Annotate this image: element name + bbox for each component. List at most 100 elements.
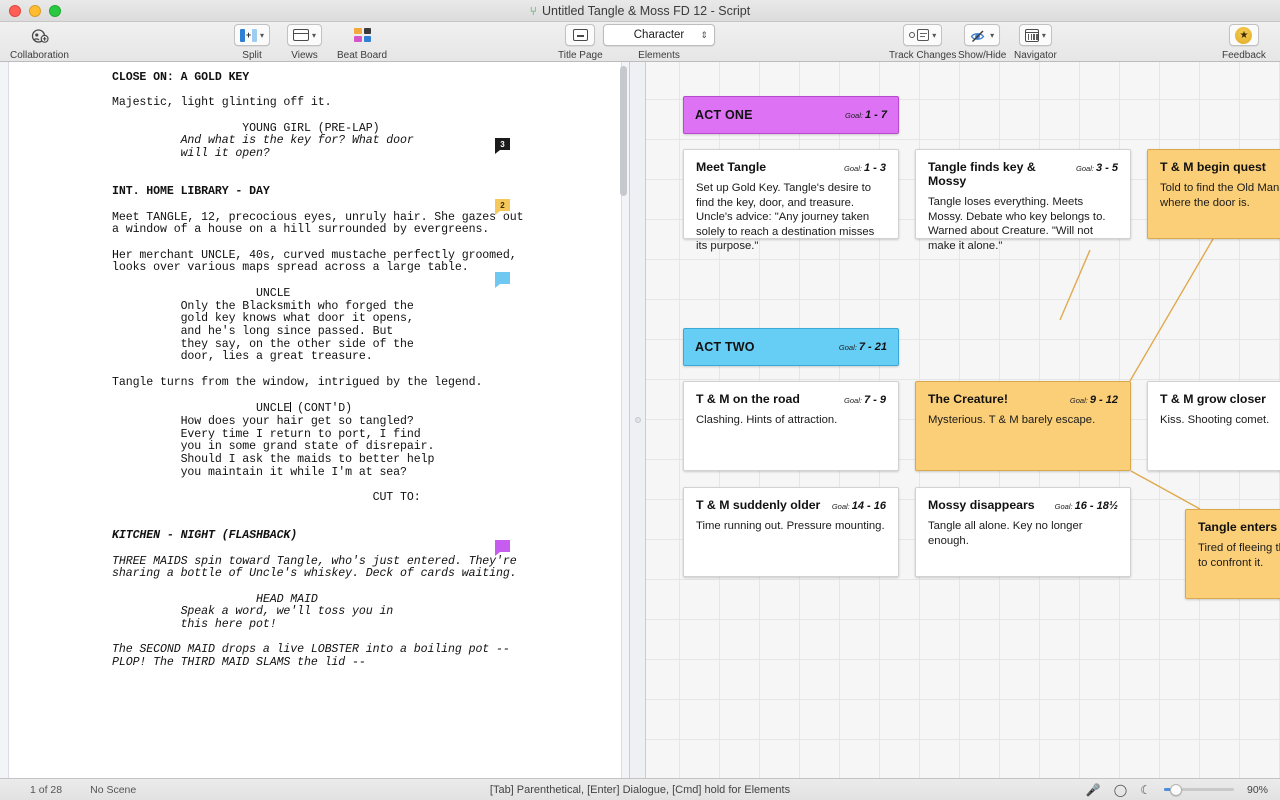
- splitter-grip[interactable]: [635, 417, 641, 423]
- script-line-text: The SECOND MAID drops a live LOBSTER int…: [112, 643, 510, 656]
- elements-select[interactable]: Character ⇕: [603, 24, 715, 46]
- microphone-icon[interactable]: 🎤: [1086, 784, 1101, 796]
- beat-tangle-enters-lair[interactable]: Tangle enters lair Tired of fleeing the C…: [1185, 509, 1280, 599]
- toolbar-track-changes[interactable]: ▾ Track Changes: [889, 24, 956, 61]
- act-card-goal: Goal:1 - 7: [845, 109, 887, 121]
- script-page[interactable]: CLOSE ON: A GOLD KEY Majestic, light glin…: [8, 62, 622, 778]
- toolbar-title-page-label: Title Page: [558, 50, 603, 61]
- beat-card-goal: Goal:1 - 3: [844, 162, 886, 174]
- script-line[interactable]: sharing a bottle of Uncle's whiskey. Dec…: [112, 568, 582, 581]
- views-window-icon: [293, 29, 309, 41]
- circle-icon[interactable]: ◯: [1114, 784, 1127, 796]
- comment-flag-count: [495, 272, 510, 284]
- script-line[interactable]: a window of a house on a hill surrounded…: [112, 224, 582, 237]
- close-button[interactable]: [9, 5, 21, 17]
- script-line[interactable]: Tangle turns from the window, intrigued …: [112, 377, 582, 390]
- chevron-down-icon[interactable]: ▾: [260, 30, 264, 41]
- toolbar-navigator-label: Navigator: [1014, 50, 1057, 61]
- chevron-down-icon[interactable]: ▾: [312, 30, 316, 41]
- main-content: CLOSE ON: A GOLD KEY Majestic, light glin…: [0, 62, 1280, 778]
- toolbar-views[interactable]: ▾ Views: [287, 24, 322, 61]
- script-line[interactable]: CUT TO:: [112, 492, 582, 505]
- beat-card-header: T & M suddenly older Goal:14 - 16: [696, 498, 886, 512]
- toolbar-collaboration[interactable]: Collaboration: [10, 24, 69, 61]
- zoom-button[interactable]: [49, 5, 61, 17]
- act-two-card[interactable]: ACT TWOGoal:7 - 21: [683, 328, 899, 366]
- script-line-text: INT. HOME LIBRARY - DAY: [112, 185, 270, 198]
- beat-the-creature[interactable]: The Creature!Goal:9 - 12Mysterious. T & …: [915, 381, 1131, 471]
- beat-card-title: T & M suddenly older: [696, 498, 820, 512]
- script-line[interactable]: KITCHEN - NIGHT (FLASHBACK): [112, 530, 582, 543]
- script-line[interactable]: you maintain it while I'm at sea?: [112, 467, 582, 480]
- title-page-icon: [573, 29, 588, 41]
- toolbar-title-page[interactable]: Title Page: [558, 24, 603, 61]
- beat-card-header: T & M on the roadGoal:7 - 9: [696, 392, 886, 406]
- act-one-card[interactable]: ACT ONEGoal:1 - 7: [683, 96, 899, 134]
- zoom-slider[interactable]: [1164, 788, 1234, 791]
- script-line[interactable]: looks over various maps spread across a …: [112, 262, 582, 275]
- beat-connector-line-2: [1060, 250, 1090, 320]
- script-line[interactable]: CLOSE ON: A GOLD KEY: [112, 72, 582, 85]
- script-line[interactable]: door, lies a great treasure.: [112, 351, 582, 364]
- beat-tm-on-the-road[interactable]: T & M on the roadGoal:7 - 9Clashing. Hin…: [683, 381, 899, 471]
- script-line[interactable]: this here pot!: [112, 619, 582, 632]
- chevron-down-icon[interactable]: ▾: [932, 30, 936, 41]
- script-line[interactable]: PLOP! The THIRD MAID SLAMS the lid --: [112, 657, 582, 670]
- beat-meet-tangle[interactable]: Meet TangleGoal:1 - 3Set up Gold Key. Ta…: [683, 149, 899, 239]
- beat-card-header: Mossy disappearsGoal:16 - 18½: [928, 498, 1118, 512]
- chevron-down-icon[interactable]: ▾: [1042, 30, 1046, 41]
- toolbar-collaboration-label: Collaboration: [10, 50, 69, 61]
- beat-tm-suddenly-older[interactable]: T & M suddenly olderGoal:14 - 16Time run…: [683, 487, 899, 577]
- beat-mossy-disappears[interactable]: Mossy disappearsGoal:16 - 18½Tangle all …: [915, 487, 1131, 577]
- script-line-text: KITCHEN - NIGHT (FLASHBACK): [112, 529, 297, 542]
- script-line-text: will it open?: [112, 147, 270, 160]
- script-line[interactable]: will it open?: [112, 148, 582, 161]
- script-vertical-scrollbar[interactable]: [620, 66, 627, 196]
- comment-flag-count: 3: [495, 138, 510, 150]
- stepper-icon[interactable]: ⇕: [700, 31, 708, 39]
- comment-flag-blue[interactable]: [495, 272, 510, 284]
- script-line-text: YOUNG GIRL (PRE-LAP): [112, 122, 379, 135]
- comment-flag-orange[interactable]: 2: [495, 199, 510, 211]
- window-title-group: ⑂ Untitled Tangle & Moss FD 12 - Script: [0, 4, 1280, 18]
- toolbar-navigator[interactable]: ▾ Navigator: [1014, 24, 1057, 61]
- toolbar-elements[interactable]: Character ⇕ Elements: [603, 24, 715, 61]
- script-line[interactable]: UNCLE (CONT'D): [112, 402, 582, 416]
- beat-board-canvas[interactable]: ACT ONEGoal:1 - 7 Meet TangleGoal:1 - 3Se…: [646, 62, 1280, 778]
- beat-card-header: Tangle enters lair: [1198, 520, 1280, 534]
- beat-board-grid-icon: [354, 28, 371, 42]
- script-line-text: you maintain it while I'm at sea?: [112, 466, 407, 479]
- comment-flag-purple[interactable]: [495, 540, 510, 552]
- beat-card-header: Meet TangleGoal:1 - 3: [696, 160, 886, 174]
- beat-tm-begin-quest[interactable]: T & M begin questTold to find the Old Ma…: [1147, 149, 1280, 239]
- beat-card-body: Tired of fleeing the Creature, chooses t…: [1198, 541, 1280, 570]
- comment-flag-black[interactable]: 3: [495, 138, 510, 150]
- window-controls[interactable]: [9, 5, 61, 17]
- comment-flag-tail: [495, 284, 500, 288]
- toolbar-feedback[interactable]: ★ Feedback: [1222, 24, 1266, 61]
- script-blank-line: [112, 389, 582, 402]
- chevron-down-icon[interactable]: ▾: [990, 30, 994, 41]
- beat-tm-grow-closer[interactable]: T & M grow closerKiss. Shooting comet.: [1147, 381, 1280, 471]
- toolbar-show-hide[interactable]: ▾ Show/Hide: [958, 24, 1006, 61]
- beat-card-goal: Goal:14 - 16: [832, 500, 886, 512]
- beat-card-header: The Creature!Goal:9 - 12: [928, 392, 1118, 406]
- script-editor-pane[interactable]: CLOSE ON: A GOLD KEY Majestic, light glin…: [0, 62, 630, 778]
- script-text-body[interactable]: CLOSE ON: A GOLD KEY Majestic, light glin…: [112, 72, 582, 670]
- script-line-text: they say, on the other side of the: [112, 338, 414, 351]
- script-line[interactable]: INT. HOME LIBRARY - DAY: [112, 186, 582, 199]
- moon-icon[interactable]: ☾: [1140, 784, 1151, 796]
- beat-card-title: T & M grow closer: [1160, 392, 1266, 406]
- script-blank-line: [112, 505, 582, 518]
- script-line[interactable]: Majestic, light glinting off it.: [112, 97, 582, 110]
- script-line-text: Tangle turns from the window, intrigued …: [112, 376, 482, 389]
- minimize-button[interactable]: [29, 5, 41, 17]
- script-line-text: Meet TANGLE, 12, precocious eyes, unruly…: [112, 211, 523, 224]
- beat-card-title: Tangle enters lair: [1198, 520, 1280, 534]
- beat-card-header: Tangle finds key & MossyGoal:3 - 5: [928, 160, 1118, 188]
- toolbar-split[interactable]: + ▾ Split: [234, 24, 270, 61]
- toolbar-beat-board[interactable]: Beat Board: [337, 24, 387, 61]
- beat-tangle-finds-key[interactable]: Tangle finds key & MossyGoal:3 - 5Tangle…: [915, 149, 1131, 239]
- zoom-slider-knob[interactable]: [1170, 784, 1182, 796]
- pane-splitter[interactable]: [630, 62, 646, 778]
